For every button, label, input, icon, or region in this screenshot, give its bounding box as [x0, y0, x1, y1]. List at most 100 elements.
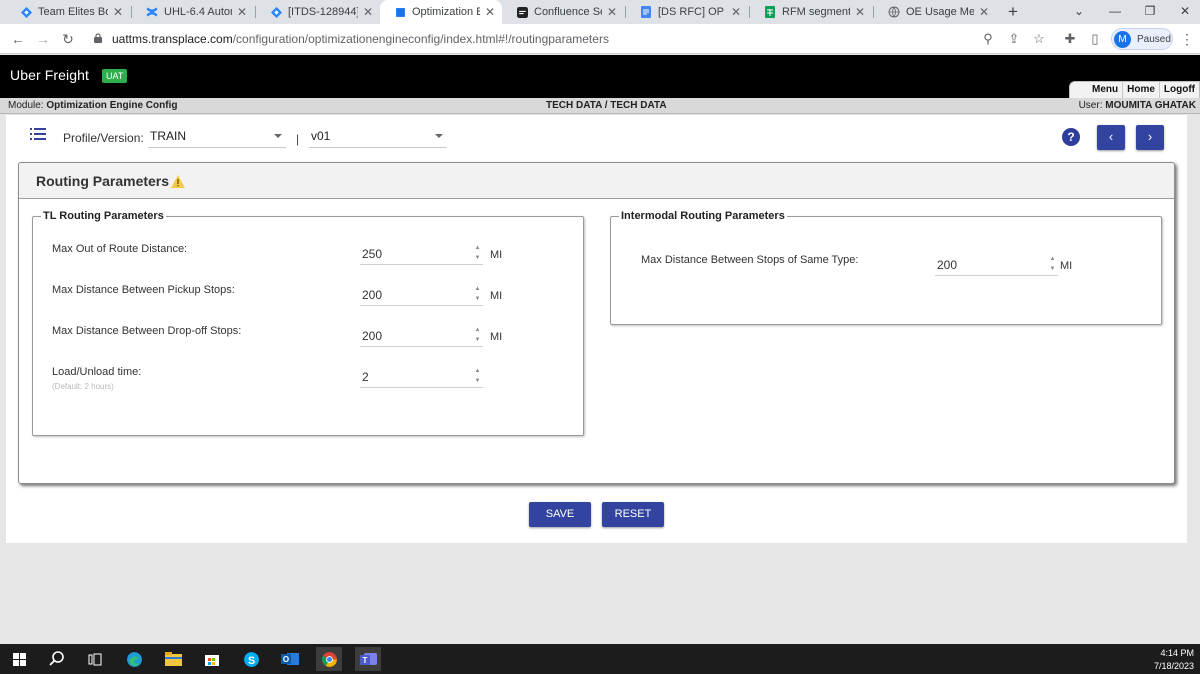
back-arrow-icon[interactable]: ←: [8, 29, 28, 49]
minimize-icon[interactable]: —: [1100, 0, 1130, 24]
browser-tab[interactable]: [ITDS-128944] O ✕: [256, 0, 380, 24]
outlook-icon[interactable]: O: [277, 647, 303, 671]
home-link[interactable]: Home: [1122, 82, 1159, 98]
extensions-puzzle-icon[interactable]: ✚: [1061, 30, 1079, 48]
help-icon[interactable]: ?: [1062, 128, 1080, 146]
google-sheets-icon: [764, 6, 776, 18]
max-dropoff-stops-input[interactable]: 200 ▲ ▼: [360, 325, 483, 347]
close-icon[interactable]: ✕: [730, 5, 742, 19]
logoff-link[interactable]: Logoff: [1158, 82, 1199, 98]
reload-icon[interactable]: ↻: [58, 29, 78, 49]
reset-button[interactable]: RESET: [602, 502, 664, 527]
close-icon[interactable]: ✕: [484, 5, 496, 19]
confluence-square-icon: [516, 6, 528, 18]
warning-icon: [171, 175, 185, 188]
share-icon[interactable]: ⇪: [1005, 30, 1023, 48]
company-title: TECH DATA / TECH DATA: [546, 100, 667, 111]
browser-tab-strip: Team Elites Board ✕ UHL-6.4 Automati ✕ […: [0, 0, 1200, 24]
unit-label: MI: [490, 331, 503, 343]
close-icon[interactable]: ✕: [236, 5, 248, 19]
close-icon[interactable]: ✕: [112, 5, 124, 19]
max-out-of-route-input[interactable]: 250 ▲ ▼: [360, 243, 483, 265]
restore-icon[interactable]: ❐: [1135, 0, 1165, 24]
browser-tab[interactable]: Confluence Secti ✕: [502, 0, 624, 24]
list-menu-icon[interactable]: [30, 128, 46, 140]
lock-icon: [94, 33, 102, 43]
save-button[interactable]: SAVE: [529, 502, 591, 527]
menu-link[interactable]: Menu: [1070, 82, 1122, 98]
confluence-x-icon: [146, 6, 158, 18]
tab-search-chevron-icon[interactable]: ⌄: [1064, 0, 1094, 24]
jira-diamond-icon: [20, 6, 32, 18]
user-name: MOUMITA GHATAK: [1105, 100, 1196, 111]
version-select[interactable]: v01: [309, 128, 447, 148]
dropdown-caret-icon: [435, 134, 443, 138]
environment-badge: UAT: [102, 69, 128, 83]
load-unload-time-input[interactable]: 2 ▲ ▼: [360, 366, 483, 388]
previous-page-button[interactable]: ‹: [1097, 125, 1125, 150]
card-header: Routing Parameters: [19, 163, 1174, 199]
intermodal-routing-fieldset: Intermodal Routing Parameters: [610, 210, 1162, 325]
tl-routing-legend: TL Routing Parameters: [43, 210, 164, 222]
number-spinner[interactable]: ▲ ▼: [1047, 254, 1058, 275]
number-spinner[interactable]: ▲ ▼: [472, 284, 483, 305]
app-page-icon: [394, 6, 406, 18]
max-pickup-stops-input[interactable]: 200 ▲ ▼: [360, 284, 483, 306]
edge-icon[interactable]: [121, 647, 147, 671]
profile-select[interactable]: TRAIN: [148, 128, 286, 148]
browser-tab[interactable]: Team Elites Board ✕: [6, 0, 130, 24]
windows-taskbar: S O T 4:14 PM 7/18/2023: [0, 644, 1200, 674]
app-header: Uber Freight UAT: [0, 55, 1200, 98]
system-clock[interactable]: 4:14 PM 7/18/2023: [1154, 647, 1194, 673]
close-icon[interactable]: ✕: [978, 5, 990, 19]
chrome-icon[interactable]: [316, 647, 342, 671]
number-spinner[interactable]: ▲ ▼: [472, 325, 483, 346]
dropdown-caret-icon: [274, 134, 282, 138]
max-pickup-stops-label: Max Distance Between Pickup Stops:: [52, 284, 235, 296]
close-icon[interactable]: ✕: [362, 5, 374, 19]
max-dropoff-stops-label: Max Distance Between Drop-off Stops:: [52, 325, 242, 337]
teams-icon[interactable]: T: [355, 647, 381, 671]
unit-label: MI: [490, 249, 503, 261]
close-icon[interactable]: ✕: [606, 5, 618, 19]
load-unload-hint: (Default: 2 hours): [52, 382, 114, 391]
number-spinner[interactable]: ▲ ▼: [472, 243, 483, 264]
browser-menu-icon[interactable]: ⋮: [1180, 30, 1194, 48]
windows-start-icon[interactable]: [6, 647, 32, 671]
profile-version-label: Profile/Version:: [63, 131, 144, 145]
task-view-icon[interactable]: [82, 647, 108, 671]
side-panel-icon[interactable]: ▯: [1086, 30, 1104, 48]
svg-text:O: O: [283, 655, 289, 664]
globe-icon: [888, 6, 900, 18]
browser-tab[interactable]: [DS RFC] OP Acc ✕: [626, 0, 748, 24]
browser-tab-active[interactable]: Optimization Eng ✕: [380, 0, 502, 24]
max-stops-same-type-label: Max Distance Between Stops of Same Type:: [641, 254, 859, 266]
store-icon[interactable]: [199, 647, 225, 671]
jira-diamond-icon: [270, 6, 282, 18]
max-stops-same-type-input[interactable]: 200 ▲ ▼: [935, 254, 1058, 276]
forward-arrow-icon[interactable]: →: [33, 29, 53, 49]
module-name: Optimization Engine Config: [46, 100, 178, 111]
number-spinner[interactable]: ▲ ▼: [472, 366, 483, 387]
module-bar: Module: Optimization Engine Config TECH …: [0, 98, 1200, 114]
page-title: Routing Parameters: [36, 173, 170, 189]
intermodal-routing-legend: Intermodal Routing Parameters: [621, 210, 785, 222]
browser-tab[interactable]: RFM segmentatio ✕: [750, 0, 872, 24]
window-close-icon[interactable]: ✕: [1170, 0, 1200, 24]
new-tab-plus-icon[interactable]: +: [1003, 1, 1023, 23]
browser-tab[interactable]: UHL-6.4 Automati ✕: [132, 0, 254, 24]
bookmark-star-icon[interactable]: ☆: [1030, 30, 1048, 48]
max-out-of-route-label: Max Out of Route Distance:: [52, 243, 188, 255]
next-page-button[interactable]: ›: [1136, 125, 1164, 150]
unit-label: MI: [1060, 260, 1073, 272]
search-icon[interactable]: [44, 647, 70, 671]
unit-label: MI: [490, 290, 503, 302]
file-explorer-icon[interactable]: [160, 647, 186, 671]
close-icon[interactable]: ✕: [854, 5, 866, 19]
zoom-icon[interactable]: ⚲: [979, 30, 997, 48]
skype-icon[interactable]: S: [238, 647, 264, 671]
profile-button[interactable]: M Paused: [1111, 28, 1173, 50]
address-bar[interactable]: uattms.transplace.com/configuration/opti…: [112, 32, 609, 46]
google-docs-icon: [640, 6, 652, 18]
browser-tab[interactable]: OE Usage Metrics ✕: [874, 0, 996, 24]
